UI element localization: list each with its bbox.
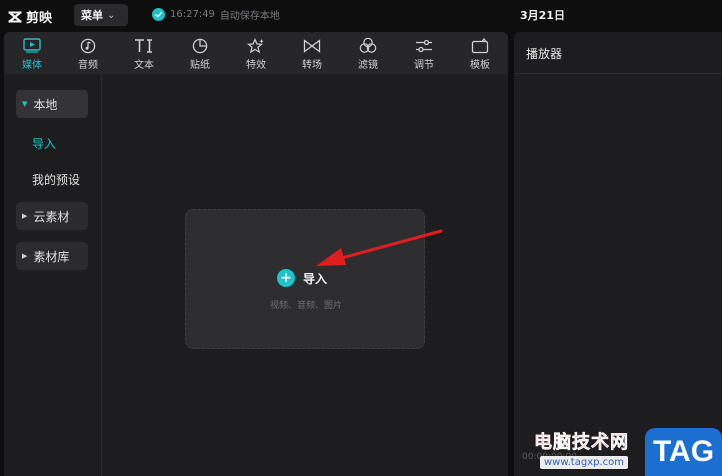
import-label: 导入: [303, 271, 328, 286]
save-status-text: 自动保存本地: [219, 11, 280, 22]
media-content: + 导入 视频、音频、图片: [102, 74, 508, 476]
tab-text[interactable]: 文本: [116, 32, 172, 74]
audio-icon: [80, 37, 96, 54]
chevron-down-icon: ⌄: [107, 9, 116, 21]
tab-label: 模板: [470, 60, 490, 71]
filter-icon: [359, 37, 377, 54]
effects-icon: [247, 37, 265, 54]
sidebar-item-cloud[interactable]: ▶ 云素材: [16, 202, 88, 230]
tab-audio[interactable]: 音频: [60, 32, 116, 74]
watermark-tag-logo: TAG: [645, 428, 722, 476]
tab-label: 媒体: [22, 60, 42, 71]
caret-down-icon: ▼: [22, 100, 28, 108]
save-status: 16:27:49 自动保存本地: [152, 7, 280, 22]
tab-adjust[interactable]: 调节: [396, 32, 452, 74]
save-time: 16:27:49: [170, 9, 215, 20]
tab-label: 滤镜: [358, 60, 378, 71]
tab-label: 音频: [78, 60, 98, 71]
player-title: 播放器: [526, 47, 563, 61]
adjust-icon: [415, 37, 433, 54]
sidebar-item-local[interactable]: ▼ 本地: [16, 90, 88, 118]
sidebar-item-library[interactable]: ▶ 素材库: [16, 242, 88, 270]
menu-button-label: 菜单: [81, 9, 103, 22]
player-header: 播放器: [514, 32, 722, 74]
app-logo: 剪映: [8, 7, 52, 26]
sidebar-item-label: 素材库: [33, 249, 70, 264]
tab-label: 转场: [302, 60, 322, 71]
tab-effects[interactable]: 特效: [228, 32, 284, 74]
check-icon: [152, 8, 165, 21]
plus-icon: +: [277, 269, 295, 287]
template-icon: [471, 37, 489, 54]
player-panel: 播放器 00:00:00:00: [514, 32, 722, 476]
capcut-logo-icon: [8, 10, 22, 23]
menu-button[interactable]: 菜单 ⌄: [74, 4, 128, 26]
tab-filter[interactable]: 滤镜: [340, 32, 396, 74]
tab-label: 特效: [246, 60, 266, 71]
tab-template[interactable]: 模板: [452, 32, 508, 74]
import-dropzone[interactable]: + 导入 视频、音频、图片: [185, 209, 425, 349]
tab-label: 文本: [134, 60, 154, 71]
app-name: 剪映: [26, 11, 53, 26]
sidebar-item-label: 云素材: [33, 209, 70, 224]
tab-transition[interactable]: 转场: [284, 32, 340, 74]
sidebar-item-label: 本地: [33, 97, 58, 112]
sidebar-item-import[interactable]: 导入: [32, 135, 56, 152]
tab-sticker[interactable]: 贴纸: [172, 32, 228, 74]
caret-right-icon: ▶: [22, 212, 28, 220]
media-panel: 媒体 音频 文本 贴纸 特效 转场 滤镜 调节 模板 ▼ 本地 导入 我的预设 …: [4, 32, 508, 476]
watermark-title: 电脑技术网: [534, 432, 629, 454]
media-sidebar: ▼ 本地 导入 我的预设 ▶ 云素材 ▶ 素材库: [4, 74, 102, 476]
transition-icon: [303, 37, 321, 54]
media-icon: [23, 37, 41, 54]
sticker-icon: [192, 37, 208, 54]
sidebar-item-my-presets[interactable]: 我的预设: [32, 171, 80, 188]
top-bar: 剪映 菜单 ⌄ 16:27:49 自动保存本地 3月21日: [0, 0, 722, 30]
project-title: 3月21日: [520, 9, 565, 22]
watermark-url: www.tagxp.com: [540, 456, 628, 469]
tab-media[interactable]: 媒体: [4, 32, 60, 74]
tab-label: 贴纸: [190, 60, 210, 71]
caret-right-icon: ▶: [22, 252, 28, 260]
tab-label: 调节: [414, 60, 434, 71]
text-icon: [134, 37, 154, 54]
import-hint: 视频、音频、图片: [269, 301, 342, 311]
asset-toolbar: 媒体 音频 文本 贴纸 特效 转场 滤镜 调节 模板: [4, 32, 508, 74]
watermark: 电脑技术网 www.tagxp.com TAG: [534, 428, 722, 476]
import-action[interactable]: + 导入: [277, 269, 327, 287]
